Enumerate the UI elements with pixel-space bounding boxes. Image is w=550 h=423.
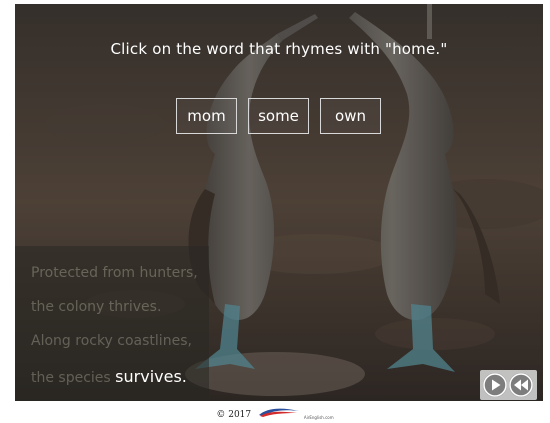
- rewind-icon: [509, 373, 533, 397]
- choice-own-button[interactable]: own: [320, 98, 381, 134]
- poem-line-3: Along rocky coastlines,: [31, 333, 192, 349]
- brand-logo: AirEnglish.com: [257, 407, 334, 422]
- playback-controls: [480, 370, 537, 400]
- poem-panel: Protected from hunters, the colony thriv…: [15, 246, 209, 401]
- poem-line-2: the colony thrives.: [31, 299, 162, 315]
- brand-name: AirEnglish.com: [303, 415, 334, 420]
- copyright-text: © 2017: [216, 410, 252, 420]
- poem-line-1: Protected from hunters,: [31, 265, 198, 281]
- footer: © 2017 AirEnglish.com: [0, 407, 550, 422]
- play-icon: [483, 373, 507, 397]
- poem-highlight-word: survives.: [115, 367, 187, 386]
- swoosh-logo-icon: [259, 408, 299, 417]
- choice-some-button[interactable]: some: [248, 98, 309, 134]
- play-button[interactable]: [483, 373, 507, 397]
- rewind-button[interactable]: [509, 373, 533, 397]
- activity-stage: Click on the word that rhymes with "home…: [15, 4, 543, 401]
- question-prompt: Click on the word that rhymes with "home…: [110, 40, 448, 58]
- choice-mom-button[interactable]: mom: [176, 98, 237, 134]
- poem-line-4: the species survives.: [31, 367, 187, 386]
- poem-line-4-prefix: the species: [31, 370, 111, 386]
